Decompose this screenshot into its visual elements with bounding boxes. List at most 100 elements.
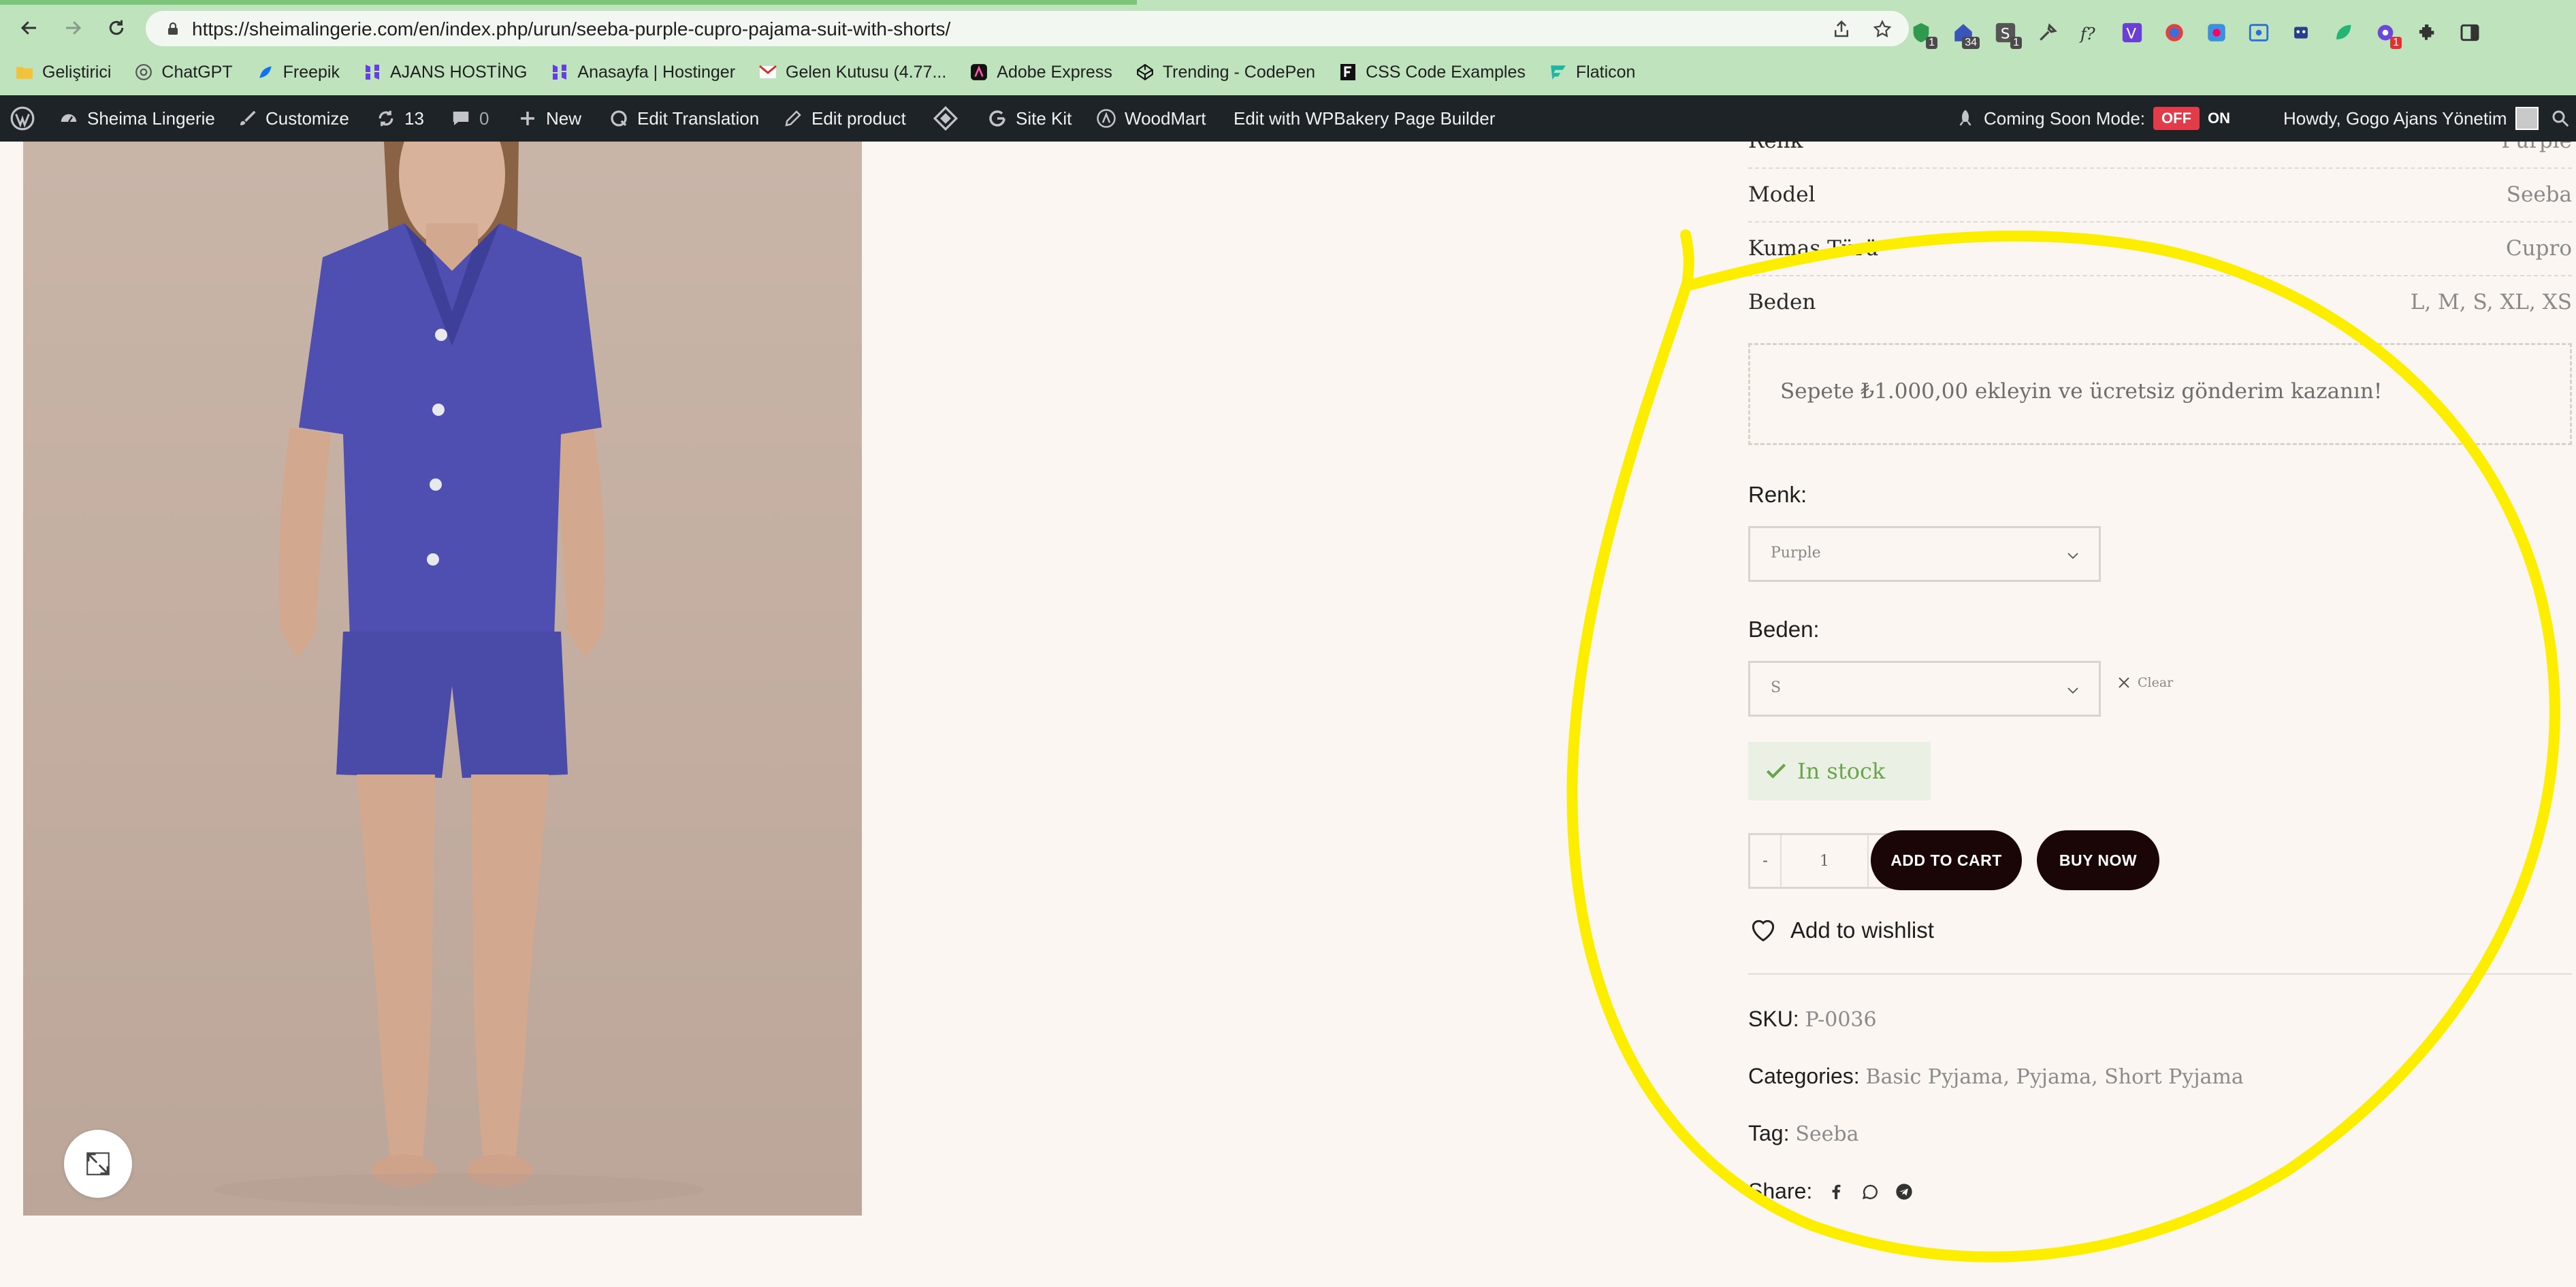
- chevron-down-icon: [2067, 553, 2078, 559]
- woodmart-link[interactable]: WoodMart: [1096, 95, 1206, 142]
- clear-selection-link[interactable]: Clear: [2116, 674, 2173, 691]
- hostinger-icon: [363, 63, 382, 82]
- telegram-share-button[interactable]: [1894, 1182, 1914, 1202]
- freepik-icon: [256, 63, 275, 82]
- loading-bar: [0, 0, 1137, 5]
- buy-now-button[interactable]: BUY NOW: [2037, 830, 2159, 890]
- product-image[interactable]: [23, 142, 862, 1216]
- comments-link[interactable]: 0: [451, 95, 489, 142]
- bookmark-gmail[interactable]: Gelen Kutusu (4.77...: [758, 63, 946, 82]
- tag-link[interactable]: Seeba: [1795, 1122, 1858, 1146]
- address-bar[interactable]: https://sheimalingerie.com/en/index.php/…: [146, 11, 1909, 46]
- new-content-link[interactable]: New: [517, 95, 581, 142]
- admin-search[interactable]: [2550, 95, 2571, 142]
- extension-1[interactable]: 1: [1906, 19, 1937, 49]
- extension-5[interactable]: f?: [2075, 19, 2105, 46]
- updates-icon: [379, 110, 393, 127]
- codepen-icon: [1136, 63, 1155, 82]
- extension-11[interactable]: [2328, 19, 2358, 46]
- leaf-icon: [2336, 25, 2351, 39]
- add-to-wishlist-link[interactable]: Add to wishlist: [1748, 915, 1934, 945]
- size-select[interactable]: S: [1748, 661, 2101, 717]
- extension-6[interactable]: V: [2117, 19, 2147, 46]
- font-icon: f?: [2079, 25, 2096, 44]
- edit-product-link[interactable]: Edit product: [783, 95, 906, 142]
- brush-icon: [240, 110, 256, 125]
- categories-links[interactable]: Basic Pyjama, Pyjama, Short Pyjama: [1866, 1065, 2244, 1089]
- url-text: https://sheimalingerie.com/en/index.php/…: [192, 18, 951, 39]
- expand-image-button[interactable]: [64, 1130, 132, 1198]
- browser-chrome: https://sheimalingerie.com/en/index.php/…: [0, 0, 2576, 95]
- comment-icon: [453, 112, 469, 125]
- eyedropper-icon: [2040, 23, 2057, 41]
- woodmart-icon: [1097, 109, 1116, 128]
- coming-soon-on[interactable]: ON: [2208, 110, 2230, 127]
- wp-admin-bar: Sheima Lingerie Customize 13 0 New Edit …: [0, 95, 2576, 142]
- customize-link[interactable]: Customize: [237, 95, 349, 142]
- svg-text:S: S: [2001, 26, 2010, 43]
- address-row: https://sheimalingerie.com/en/index.php/…: [0, 5, 2576, 50]
- site-kit-link[interactable]: Site Kit: [987, 95, 1072, 142]
- bookmark-flaticon[interactable]: Flaticon: [1549, 63, 1635, 82]
- plus-icon: [521, 112, 534, 125]
- extensions-button[interactable]: [2413, 19, 2443, 46]
- bookmark-css-code-examples[interactable]: CSS Code Examples: [1338, 63, 1526, 82]
- coming-soon-off[interactable]: OFF: [2153, 107, 2200, 130]
- bookmark-hostinger[interactable]: Anasayfa | Hostinger: [550, 63, 735, 82]
- color-select[interactable]: Purple: [1748, 526, 2101, 582]
- account-menu[interactable]: Howdy, Gogo Ajans Yönetim: [2283, 95, 2539, 142]
- reload-button[interactable]: [101, 12, 132, 44]
- bookmark-ajans-hosting[interactable]: AJANS HOSTİNG: [363, 63, 527, 82]
- extension-2[interactable]: 34: [1948, 19, 1980, 49]
- check-icon: [1766, 764, 1786, 779]
- hostinger-icon: [550, 63, 569, 82]
- extensions-row: 1 34 S1 f? V 1: [1906, 18, 2485, 49]
- svg-text:f?: f?: [2079, 25, 2096, 44]
- quantity-input[interactable]: 1: [1782, 835, 1867, 887]
- size-select-value: S: [1771, 679, 1782, 696]
- back-button[interactable]: [14, 12, 45, 44]
- facebook-share-button[interactable]: [1826, 1182, 1846, 1202]
- model-photo: [214, 142, 704, 1206]
- flaticon-icon: [1549, 63, 1568, 82]
- site-name-link[interactable]: Sheima Lingerie: [59, 95, 215, 142]
- bookmark-gelistirici[interactable]: Geliştirici: [15, 63, 111, 82]
- palette-icon: [2208, 24, 2225, 42]
- color-select-value: Purple: [1771, 544, 1821, 561]
- pencil-icon: [785, 110, 801, 127]
- robot-icon: [2294, 27, 2308, 39]
- screenshot-icon: [2249, 24, 2269, 42]
- extension-4[interactable]: [2033, 19, 2063, 46]
- updates-link[interactable]: 13: [376, 95, 424, 142]
- sku-value: P-0036: [1805, 1008, 1877, 1032]
- add-to-cart-button[interactable]: ADD TO CART: [1871, 830, 2022, 890]
- bookmark-adobe-express[interactable]: Adobe Express: [969, 63, 1112, 82]
- extension-8[interactable]: [2202, 19, 2232, 46]
- color-label: Renk:: [1748, 482, 1807, 507]
- extension-9[interactable]: [2244, 19, 2274, 46]
- share-icon[interactable]: [1831, 19, 1852, 39]
- extension-10[interactable]: [2286, 19, 2316, 46]
- edit-translation-link[interactable]: Edit Translation: [609, 95, 759, 142]
- quantity-minus-button[interactable]: -: [1750, 835, 1782, 887]
- whatsapp-share-button[interactable]: [1860, 1182, 1880, 1202]
- diamond-menu[interactable]: [933, 95, 959, 142]
- coming-soon-toggle[interactable]: Coming Soon Mode: OFF ON: [1955, 95, 2230, 142]
- telegram-icon: [1896, 1183, 1912, 1200]
- folder-icon: [15, 63, 34, 82]
- star-icon[interactable]: [1872, 19, 1893, 39]
- categories-line: Categories: Basic Pyjama, Pyjama, Short …: [1748, 1064, 2244, 1089]
- google-icon: [989, 110, 1005, 127]
- sidebar-button[interactable]: [2455, 19, 2485, 46]
- wordpress-menu[interactable]: [10, 95, 35, 142]
- reload-icon: [109, 20, 124, 35]
- bookmark-freepik[interactable]: Freepik: [256, 63, 340, 82]
- extension-7[interactable]: [2159, 19, 2189, 46]
- extension-3[interactable]: S1: [1991, 19, 2022, 49]
- extension-12[interactable]: 1: [2370, 19, 2402, 49]
- bookmark-chatgpt[interactable]: ChatGPT: [134, 63, 233, 82]
- wpbakery-link[interactable]: Edit with WPBakery Page Builder: [1234, 95, 1495, 142]
- forward-button[interactable]: [57, 12, 88, 44]
- v-logo-icon: V: [2122, 22, 2142, 43]
- bookmark-codepen[interactable]: Trending - CodePen: [1136, 63, 1315, 82]
